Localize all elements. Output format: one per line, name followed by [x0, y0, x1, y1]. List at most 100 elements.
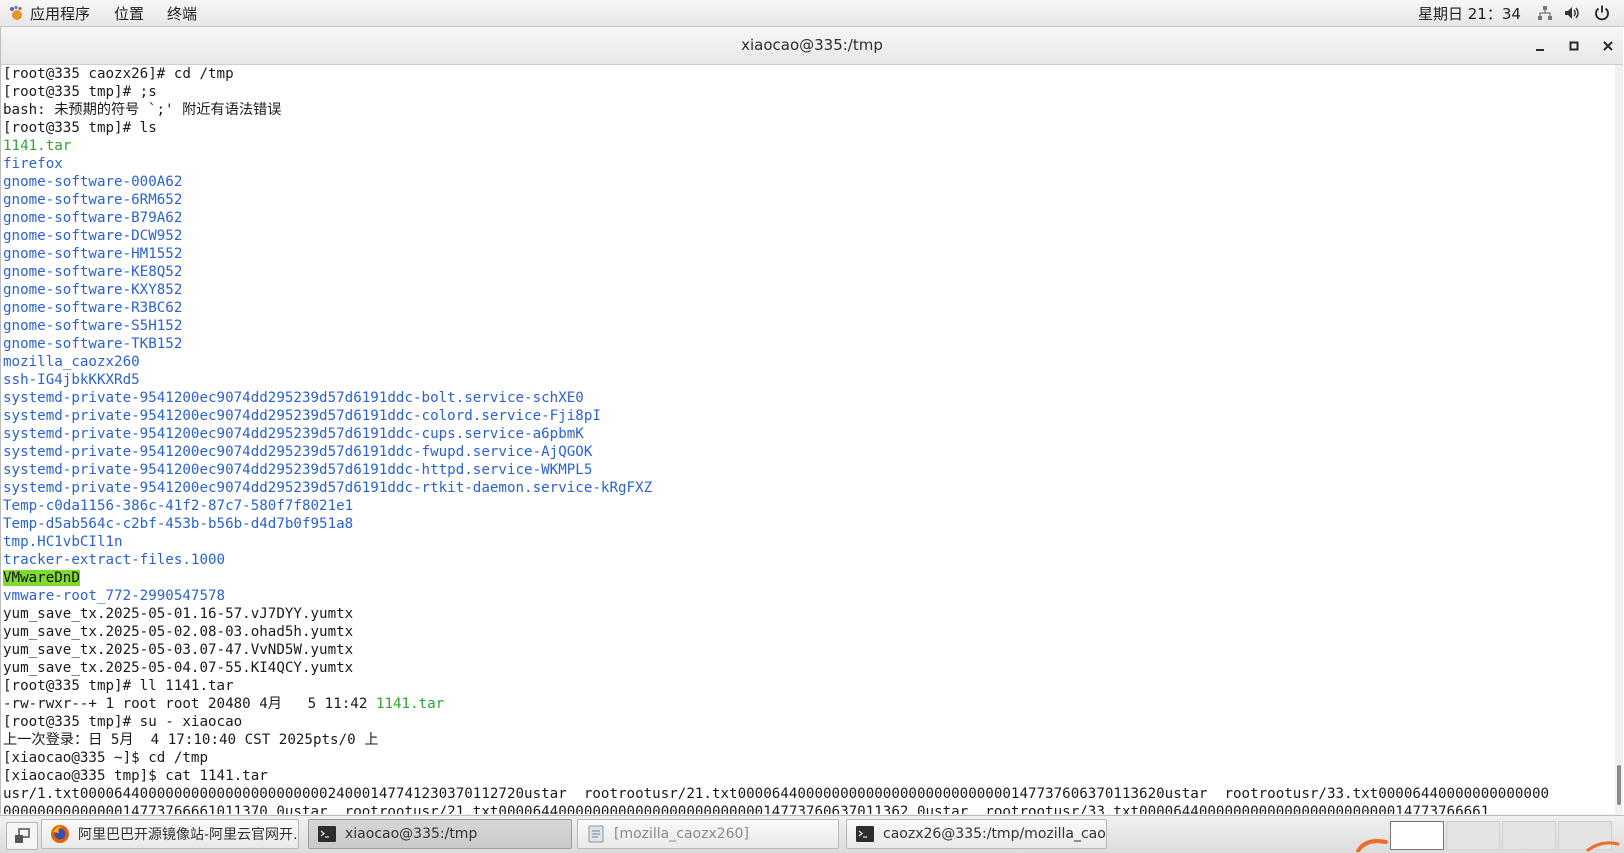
terminal-text-segment: 0000000000000014773766661011370 0ustar r… — [3, 804, 1490, 814]
terminal-text-segment: vmware-root_772-2990547578 — [3, 588, 226, 604]
terminal-text-segment: systemd-private-9541200ec9074dd295239d57… — [3, 480, 653, 496]
terminal-line: yum_save_tx.2025-05-01.16-57.vJ7DYY.yumt… — [2, 605, 1614, 623]
terminal-text-segment: gnome-software-000A62 — [3, 174, 183, 190]
terminal-text-segment: firefox — [3, 156, 63, 172]
terminal-line: gnome-software-6RM652 — [2, 191, 1614, 209]
terminal-text-segment: yum_save_tx.2025-05-03.07-47.VvND5W.yumt… — [3, 642, 354, 658]
terminal-text-segment: yum_save_tx.2025-05-02.08-03.ohad5h.yumt… — [3, 624, 354, 640]
close-icon — [1603, 41, 1613, 51]
terminal-line: systemd-private-9541200ec9074dd295239d57… — [2, 389, 1614, 407]
terminal-line: firefox — [2, 155, 1614, 173]
terminal-line: tracker-extract-files.1000 — [2, 551, 1614, 569]
task-terminal-caozx26[interactable]: caozx26@335:/tmp/mozilla_caozx-… — [846, 819, 1107, 849]
applications-menu[interactable]: 应用程序 — [8, 3, 90, 23]
terminal-text-segment: gnome-software-DCW952 — [3, 228, 183, 244]
places-menu[interactable]: 位置 — [114, 3, 144, 23]
terminal-line: [root@335 caozx26]# cd /tmp — [2, 65, 1614, 83]
terminal-text-segment: systemd-private-9541200ec9074dd295239d57… — [3, 444, 593, 460]
places-menu-label: 位置 — [114, 4, 145, 23]
task-firefox[interactable]: 阿里巴巴开源镜像站-阿里云官网开… — [41, 819, 299, 849]
terminal-text-segment: 1141.tar — [3, 138, 72, 154]
terminal-line: vmware-root_772-2990547578 — [2, 587, 1614, 605]
window-title: xiaocao@335:/tmp — [741, 36, 883, 54]
terminal-window: xiaocao@335:/tmp [root@335 caozx26]# cd … — [0, 27, 1624, 814]
terminal-line: tmp.HC1vbCIl1n — [2, 533, 1614, 551]
terminal-text-segment: Temp-d5ab564c-c2bf-453b-b56b-d4d7b0f951a… — [3, 516, 354, 532]
applications-menu-label: 应用程序 — [30, 4, 91, 23]
terminal-text-segment: gnome-software-TKB152 — [3, 336, 183, 352]
file-manager-icon — [588, 825, 604, 843]
terminal-line: systemd-private-9541200ec9074dd295239d57… — [2, 479, 1614, 497]
terminal-text-segment: 上一次登录：日 5月 4 17:10:40 CST 2025pts/0 上 — [3, 732, 379, 748]
terminal-line: VMwareDnD — [2, 569, 1614, 587]
minimize-icon — [1536, 49, 1544, 51]
terminal-text-segment: tracker-extract-files.1000 — [3, 552, 226, 568]
terminal-line: [root@335 tmp]# su - xiaocao — [2, 713, 1614, 731]
volume-icon[interactable] — [1563, 4, 1581, 22]
minimize-button[interactable] — [1529, 35, 1551, 57]
terminal-text-segment: ssh-IG4jbkKKXRd5 — [3, 372, 140, 388]
terminal-line: yum_save_tx.2025-05-03.07-47.VvND5W.yumt… — [2, 641, 1614, 659]
terminal-line: Temp-c0da1156-386c-41f2-87c7-580f7f8021e… — [2, 497, 1614, 515]
terminal-line: gnome-software-B79A62 — [2, 209, 1614, 227]
task-terminal-xiaocao[interactable]: xiaocao@335:/tmp — [308, 819, 572, 849]
terminal-scrollbar[interactable] — [1615, 65, 1623, 814]
terminal-line: gnome-software-R3BC62 — [2, 299, 1614, 317]
terminal-output[interactable]: [root@335 caozx26]# cd /tmp [root@335 tmp… — [2, 65, 1614, 814]
show-desktop-button[interactable] — [6, 822, 38, 850]
terminal-text-segment: gnome-software-KE8Q52 — [3, 264, 183, 280]
orange-annotation-stroke — [1356, 839, 1620, 852]
terminal-line: yum_save_tx.2025-05-04.07-55.KI4QCY.yumt… — [2, 659, 1614, 677]
terminal-text-segment: [root@335 tmp]# su - xiaocao — [3, 714, 243, 730]
task-label: [mozilla_caozx260] — [614, 826, 749, 842]
terminal-line: 上一次登录：日 5月 4 17:10:40 CST 2025pts/0 上 — [2, 731, 1614, 749]
terminal-text-segment: gnome-software-R3BC62 — [3, 300, 183, 316]
terminal-line: gnome-software-TKB152 — [2, 335, 1614, 353]
terminal-text-segment: [root@335 tmp]# ll 1141.tar — [3, 678, 234, 694]
terminal-text-segment: gnome-software-KXY852 — [3, 282, 183, 298]
terminal-text-segment: gnome-software-B79A62 — [3, 210, 183, 226]
terminal-line: -rw-rwxr--+ 1 root root 20480 4月 5 11:42… — [2, 695, 1614, 713]
terminal-line: gnome-software-S5H152 — [2, 317, 1614, 335]
terminal-line: systemd-private-9541200ec9074dd295239d57… — [2, 407, 1614, 425]
clock[interactable]: 星期日 21：34 — [1418, 3, 1521, 24]
terminal-line: gnome-software-KXY852 — [2, 281, 1614, 299]
terminal-menu-label: 终端 — [167, 4, 198, 23]
close-button[interactable] — [1597, 35, 1619, 57]
terminal-line: gnome-software-000A62 — [2, 173, 1614, 191]
terminal-line: [xiaocao@335 ~]$ cd /tmp — [2, 749, 1614, 767]
terminal-text-segment: yum_save_tx.2025-05-01.16-57.vJ7DYY.yumt… — [3, 606, 354, 622]
terminal-line: bash: 未预期的符号 `;' 附近有语法错误 — [2, 101, 1614, 119]
terminal-text-segment: tmp.HC1vbCIl1n — [3, 534, 123, 550]
task-label: caozx26@335:/tmp/mozilla_caozx-… — [883, 826, 1106, 842]
terminal-text-segment: gnome-software-6RM652 — [3, 192, 183, 208]
terminal-text-segment: systemd-private-9541200ec9074dd295239d57… — [3, 408, 601, 424]
terminal-text-segment: 1141.tar — [375, 696, 445, 712]
terminal-line: mozilla_caozx260 — [2, 353, 1614, 371]
scrollbar-thumb[interactable] — [1617, 765, 1621, 805]
terminal-text-segment: -rw-rwxr--+ 1 root root 20480 4月 5 11:42 — [3, 696, 376, 712]
task-file-manager[interactable]: [mozilla_caozx260] — [577, 819, 839, 849]
terminal-line: gnome-software-KE8Q52 — [2, 263, 1614, 281]
show-desktop-icon — [15, 828, 30, 843]
terminal-menu[interactable]: 终端 — [167, 3, 197, 23]
terminal-text-segment: bash: 未预期的符号 `;' 附近有语法错误 — [3, 102, 282, 118]
terminal-line: gnome-software-HM1552 — [2, 245, 1614, 263]
gnome-foot-icon — [10, 5, 22, 20]
terminal-text-segment: gnome-software-S5H152 — [3, 318, 183, 334]
terminal-line: [xiaocao@335 tmp]$ cat 1141.tar — [2, 767, 1614, 785]
terminal-text-segment: gnome-software-HM1552 — [3, 246, 183, 262]
terminal-text-segment: [xiaocao@335 tmp]$ cat 1141.tar — [3, 768, 268, 784]
terminal-text-segment: VMwareDnD — [3, 570, 80, 586]
window-titlebar[interactable]: xiaocao@335:/tmp — [1, 27, 1623, 65]
terminal-line: gnome-software-DCW952 — [2, 227, 1614, 245]
maximize-button[interactable] — [1563, 35, 1585, 57]
terminal-line: 1141.tar — [2, 137, 1614, 155]
terminal-line: [root@335 tmp]# ll 1141.tar — [2, 677, 1614, 695]
terminal-text-segment: Temp-c0da1156-386c-41f2-87c7-580f7f8021e… — [3, 498, 354, 514]
power-icon[interactable] — [1593, 4, 1611, 22]
network-icon[interactable] — [1536, 4, 1554, 22]
terminal-line: usr/1.txt0000644000000000000000000000024… — [2, 785, 1614, 803]
terminal-line: [root@335 tmp]# ;s — [2, 83, 1614, 101]
terminal-text-segment: [xiaocao@335 ~]$ cd /tmp — [3, 750, 208, 766]
